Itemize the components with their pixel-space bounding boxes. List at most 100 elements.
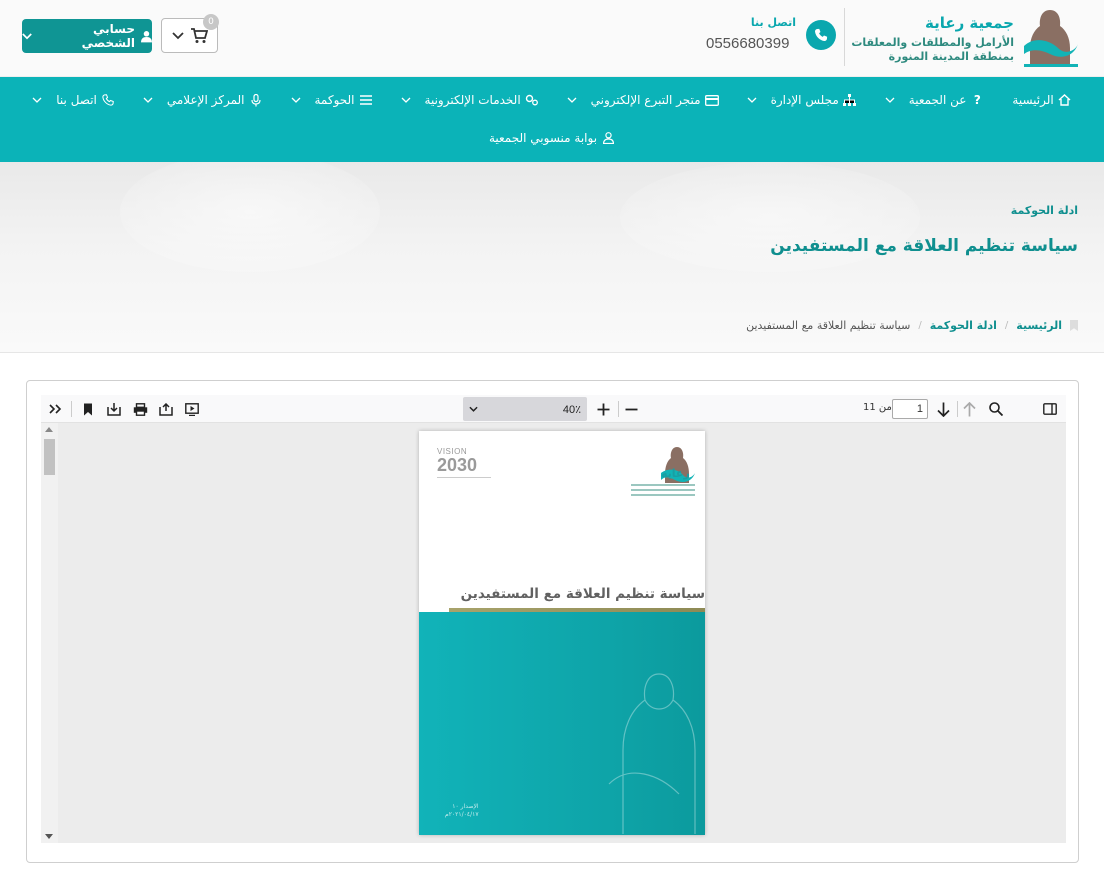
phone-icon [101, 93, 115, 107]
chevron-down-icon [401, 97, 410, 103]
nav-item-eservices[interactable]: الخدمات الإلكترونية [401, 93, 539, 107]
brand-subtitle-2: بمنطقة المدينة المنورة [888, 50, 1014, 63]
breadcrumb-home[interactable]: الرئيسية [1016, 319, 1062, 332]
nav-item-donation-store[interactable]: متجر التبرع الإلكتروني [567, 93, 719, 107]
cart-count-badge: 0 [203, 14, 219, 30]
nav-label: عن الجمعية [908, 93, 967, 107]
download-icon [107, 402, 121, 416]
chevron-down-icon [291, 97, 300, 103]
chevron-down-icon [22, 32, 32, 39]
chevron-down-icon [143, 97, 153, 103]
vision-underline [437, 477, 491, 478]
microphone-icon [249, 93, 263, 107]
chevron-down-icon [747, 97, 757, 103]
nav-item-about[interactable]: ? عن الجمعية [885, 93, 985, 107]
document-title: سياسة تنظيم العلاقة مع المستفيدين [460, 586, 705, 602]
list-icon [359, 93, 373, 107]
presentation-mode-button[interactable] [182, 399, 202, 419]
contact-phone[interactable]: 0556680399 [706, 35, 789, 52]
breadcrumb: الرئيسية / ادلة الحوكمة / سياسة تنظيم ال… [746, 319, 1078, 332]
search-button[interactable] [986, 399, 1006, 419]
phone-icon[interactable] [806, 20, 836, 50]
vision-2030-logo: VISION 2030 [437, 447, 497, 487]
chevron-down-icon [567, 97, 577, 103]
shopping-cart-icon [190, 27, 208, 43]
chevron-down-icon [32, 97, 42, 103]
toolbar-separator [957, 401, 958, 417]
double-chevron-right-icon [48, 404, 61, 414]
scroll-down-arrow[interactable] [45, 834, 53, 839]
issue-line-1: الإصدار ١٠ [452, 803, 479, 810]
sitemap-icon [843, 93, 857, 107]
arrow-up-icon [962, 401, 976, 416]
nav-item-governance[interactable]: الحوكمة [291, 93, 373, 107]
scroll-up-arrow[interactable] [45, 427, 53, 432]
header-divider [844, 8, 845, 66]
breadcrumb-section[interactable]: ادلة الحوكمة [930, 319, 997, 332]
nav-label: الحوكمة [314, 93, 355, 107]
presentation-icon [185, 402, 199, 416]
main-nav: الرئيسية ? عن الجمعية مجلس الإدارة متجر … [0, 77, 1104, 162]
zoom-out-button[interactable] [621, 399, 641, 419]
header-contact: اتصل بنا 0556680399 [706, 16, 836, 58]
document-issue: الإصدار ١٠ ٢٠٢١/٠٤/١٧م [445, 803, 479, 819]
nav-item-home[interactable]: الرئيسية [1012, 93, 1071, 107]
account-button[interactable]: حسابي الشخصي [22, 19, 152, 53]
brand-logo[interactable]: جمعية رعاية الأرامل والمطلقات والمعلقات … [842, 6, 1082, 68]
nav-item-media-center[interactable]: المركز الإعلامي [143, 93, 263, 107]
toolbar-separator [618, 401, 619, 417]
nav-row-1: الرئيسية ? عن الجمعية مجلس الإدارة متجر … [0, 87, 1104, 113]
top-header: جمعية رعاية الأرامل والمطلقات والمعلقات … [0, 0, 1104, 77]
nav-item-contact[interactable]: اتصل بنا [32, 93, 115, 107]
page-count: من 11 [863, 402, 892, 413]
zoom-in-button[interactable] [593, 399, 613, 419]
bookmark-icon [84, 403, 92, 415]
breadcrumb-current: سياسة تنظيم العلاقة مع المستفيدين [746, 319, 911, 332]
toggle-sidebar-button[interactable] [1040, 399, 1060, 419]
vertical-scrollbar[interactable] [41, 423, 58, 843]
nav-label: بوابة منسوبي الجمعية [488, 131, 598, 145]
credit-card-icon [704, 93, 719, 107]
nav-label: اتصل بنا [56, 93, 97, 107]
search-icon [989, 402, 1003, 416]
minus-icon [625, 408, 637, 410]
user-icon [601, 131, 615, 145]
pdf-page: VISION 2030 رعاية سياسة تنظيم العلاقة مع… [419, 431, 705, 835]
page-hero: ادلة الحوكمة سياسة تنظيم العلاقة مع المس… [0, 162, 1104, 353]
print-button[interactable] [130, 399, 150, 419]
nav-label: متجر التبرع الإلكتروني [590, 93, 701, 107]
breadcrumb-separator: / [1004, 320, 1009, 331]
logo-figure-icon: رعاية [631, 447, 695, 496]
document-cover-band: الإصدار ١٠ ٢٠٢١/٠٤/١٧م [419, 612, 705, 835]
scrollbar-thumb[interactable] [44, 439, 55, 475]
download-button[interactable] [104, 399, 124, 419]
bookmark-icon [1070, 320, 1078, 331]
tools-menu-button[interactable] [45, 399, 65, 419]
chevron-down-icon [469, 406, 478, 412]
pdf-viewport[interactable]: VISION 2030 رعاية سياسة تنظيم العلاقة مع… [41, 423, 1066, 843]
cart-button[interactable]: 0 [161, 14, 219, 53]
brand-subtitle-1: الأرامل والمطلقات والمعلقات [851, 36, 1014, 49]
page-title: سياسة تنظيم العلاقة مع المستفيدين [770, 236, 1078, 256]
nav-label: المركز الإعلامي [166, 93, 245, 107]
previous-page-button[interactable] [959, 399, 979, 419]
chevron-down-icon [885, 97, 895, 103]
open-file-button[interactable] [156, 399, 176, 419]
home-icon [1058, 93, 1072, 107]
next-page-button[interactable] [933, 399, 953, 419]
pdf-toolbar: 40٪ من 11 1 [41, 395, 1066, 423]
nav-item-members-portal[interactable]: بوابة منسوبي الجمعية [489, 131, 615, 145]
zoom-select[interactable]: 40٪ [463, 397, 587, 421]
chevron-down-icon [171, 31, 184, 39]
logo-figure-icon [1024, 10, 1078, 67]
question-icon: ? [973, 93, 981, 107]
plus-icon [597, 403, 609, 415]
sidebar-icon [1043, 403, 1057, 415]
vision-year: 2030 [437, 455, 478, 475]
nav-item-board[interactable]: مجلس الإدارة [747, 93, 857, 107]
account-label: حسابي الشخصي [81, 22, 136, 50]
document-logo: رعاية [627, 443, 697, 501]
open-file-icon [159, 402, 173, 416]
page-number-input[interactable]: 1 [892, 399, 928, 419]
bookmark-button[interactable] [78, 399, 98, 419]
